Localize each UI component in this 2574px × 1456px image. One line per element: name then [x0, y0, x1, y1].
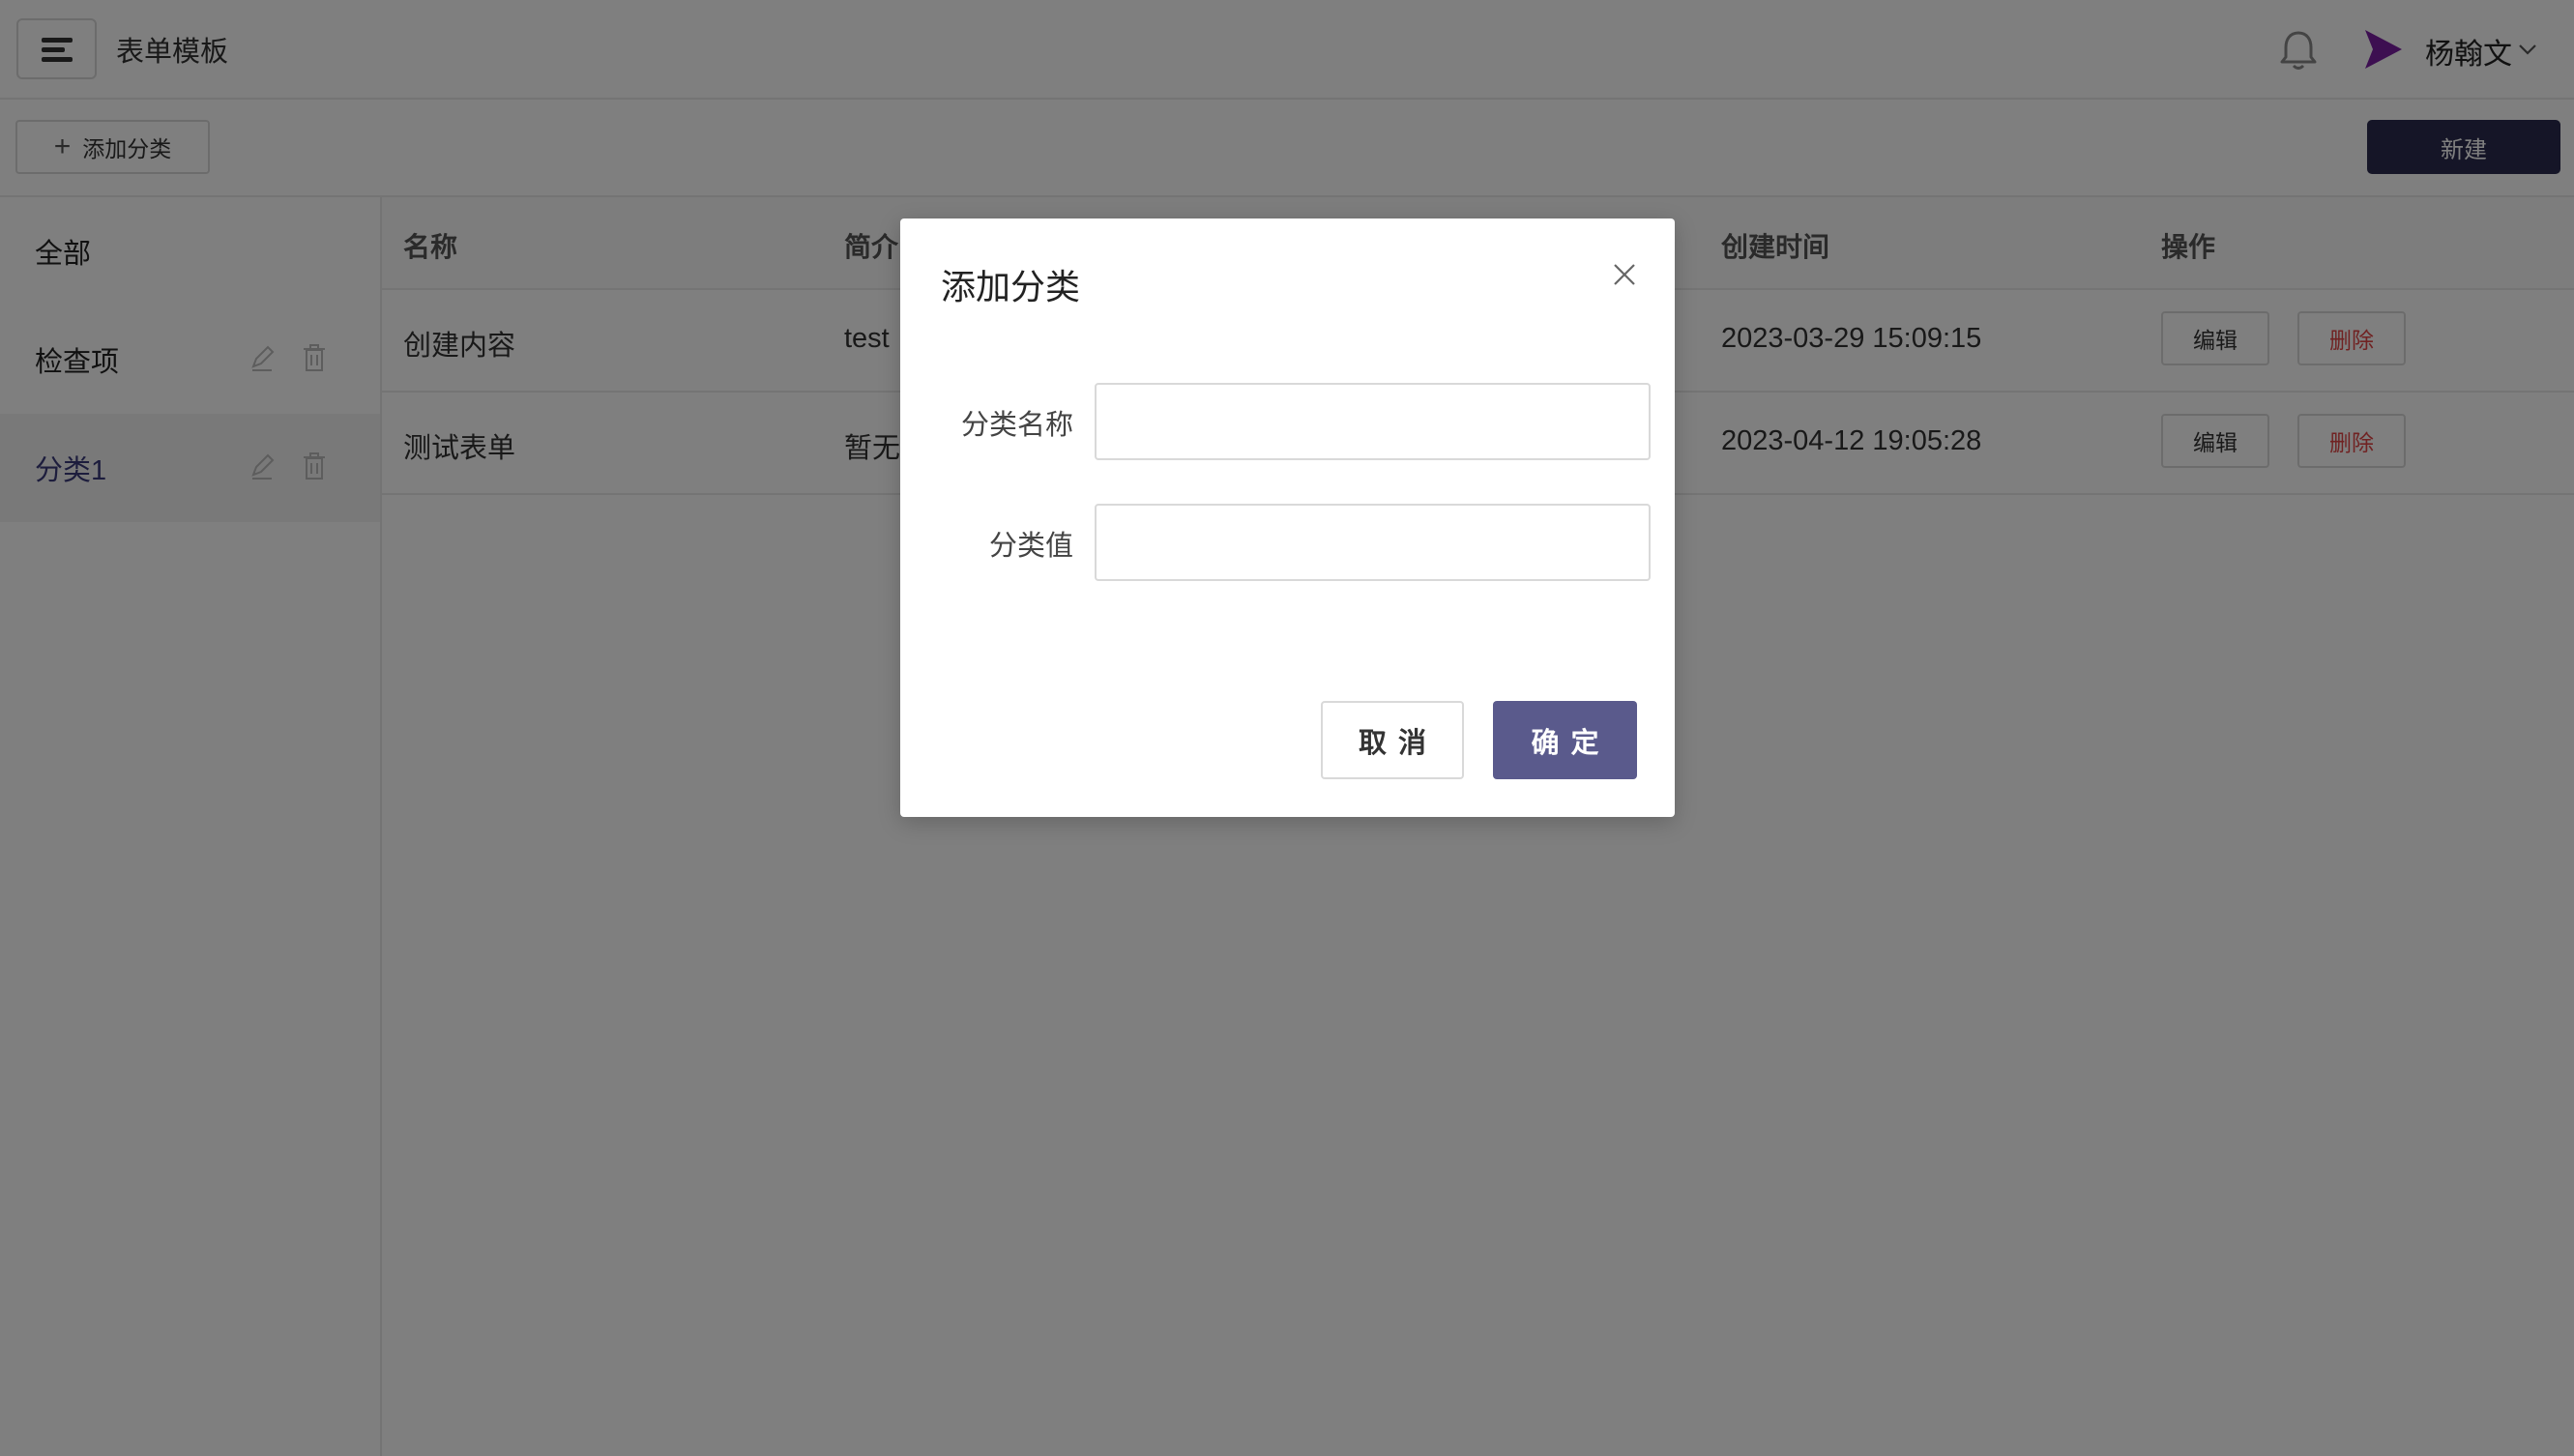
dialog-title: 添加分类: [941, 267, 1081, 306]
add-category-dialog: 添加分类 分类名称 分类值 取消 确定: [900, 218, 1675, 817]
confirm-button[interactable]: 确定: [1493, 701, 1637, 779]
close-icon[interactable]: [1609, 259, 1640, 290]
category-name-label: 分类名称: [960, 410, 1073, 441]
category-name-input[interactable]: [1095, 383, 1651, 460]
category-value-label: 分类值: [988, 531, 1073, 562]
category-value-input[interactable]: [1095, 504, 1651, 581]
cancel-button[interactable]: 取消: [1321, 701, 1464, 779]
